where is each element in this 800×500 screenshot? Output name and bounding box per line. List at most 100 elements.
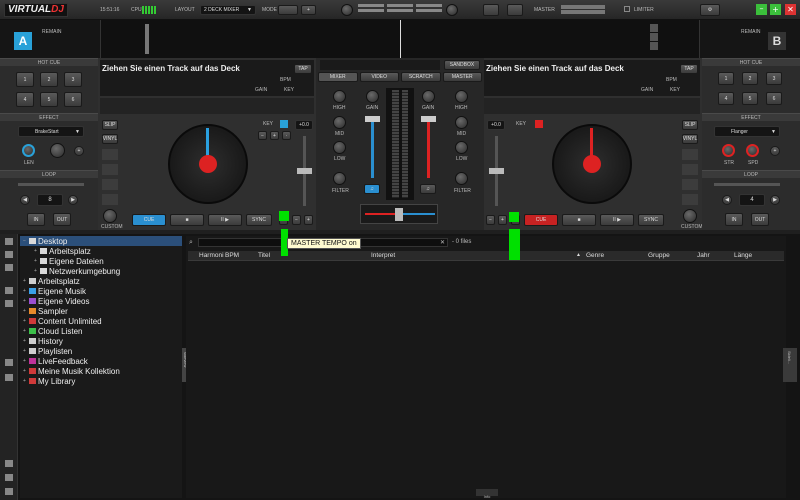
- tree-item[interactable]: + LiveFeedback: [20, 356, 182, 366]
- left-key-plus[interactable]: +: [270, 131, 279, 140]
- info-toggle[interactable]: Info: [476, 489, 498, 499]
- right-slip-button[interactable]: SLIP: [682, 120, 698, 130]
- right-low-knob[interactable]: [455, 141, 468, 154]
- left-hotcue-6[interactable]: 6: [64, 92, 82, 107]
- column-artist[interactable]: Interpret: [371, 251, 395, 260]
- left-effect-toggle-knob[interactable]: [50, 143, 65, 158]
- left-volume-handle[interactable]: [365, 116, 380, 122]
- left-hotcue-1[interactable]: 1: [16, 72, 34, 87]
- left-effect-add-button[interactable]: +: [74, 146, 84, 156]
- left-pitch-minus[interactable]: −: [292, 215, 301, 225]
- right-loop-decrease[interactable]: ◀: [722, 195, 732, 205]
- left-jog-wheel[interactable]: [168, 124, 248, 204]
- right-hotcue-6[interactable]: 6: [766, 92, 782, 105]
- add-list-icon[interactable]: [5, 474, 13, 481]
- waveform-zoom-slider[interactable]: [145, 24, 149, 54]
- expand-icon[interactable]: +: [23, 318, 28, 324]
- mode-plus-button[interactable]: +: [301, 5, 316, 15]
- list-icon[interactable]: [5, 251, 13, 258]
- tree-item[interactable]: + Eigene Dateien: [20, 256, 182, 266]
- right-pitch-slider[interactable]: [489, 136, 504, 206]
- sampler-icon[interactable]: [5, 300, 13, 307]
- sidelist-toggle[interactable]: Sideli...: [783, 348, 797, 382]
- left-hotcue-3[interactable]: 3: [64, 72, 82, 87]
- right-pitch-handle[interactable]: [489, 168, 504, 174]
- left-vinyl-button[interactable]: VINYL: [102, 134, 118, 144]
- headphone-knob[interactable]: [446, 4, 458, 16]
- expand-icon[interactable]: +: [23, 328, 28, 334]
- right-jog-wheel[interactable]: [552, 124, 632, 204]
- left-sync-button[interactable]: SYNC: [246, 214, 272, 226]
- record-button[interactable]: [483, 4, 499, 16]
- deck-a-indicator[interactable]: A: [14, 32, 32, 50]
- left-slip-button[interactable]: SLIP: [102, 120, 118, 130]
- more-icon[interactable]: [5, 488, 13, 495]
- left-loop-decrease[interactable]: ◀: [20, 195, 30, 205]
- tree-item[interactable]: + My Library: [20, 376, 182, 386]
- expand-icon[interactable]: +: [23, 358, 28, 364]
- left-stop-button[interactable]: ■: [170, 214, 204, 226]
- column-group[interactable]: Gruppe: [648, 251, 670, 260]
- sort-icon[interactable]: [5, 374, 13, 381]
- column-year[interactable]: Jahr: [697, 251, 710, 260]
- tab-master[interactable]: MASTER: [442, 72, 482, 82]
- close-button[interactable]: ✕: [785, 4, 796, 15]
- deck-b-indicator[interactable]: B: [768, 32, 786, 50]
- left-pitch-handle[interactable]: [297, 168, 312, 174]
- right-mid-knob[interactable]: [455, 116, 468, 129]
- right-pitch-minus[interactable]: −: [486, 215, 495, 225]
- right-hotcue-1[interactable]: 1: [718, 72, 734, 85]
- crossfader-handle[interactable]: [395, 208, 403, 221]
- tree-item[interactable]: + Eigene Musik: [20, 286, 182, 296]
- column-genre[interactable]: Genre: [586, 251, 604, 260]
- left-pitch-slider[interactable]: [297, 136, 312, 206]
- right-custom-knob[interactable]: [683, 209, 697, 223]
- left-high-knob[interactable]: [333, 90, 346, 103]
- add-folder-icon[interactable]: [5, 460, 13, 467]
- layout-select[interactable]: 2 DECK MIXER ▼: [200, 5, 256, 15]
- right-high-knob[interactable]: [455, 90, 468, 103]
- expand-icon[interactable]: +: [23, 378, 28, 384]
- folder-icon[interactable]: [5, 238, 13, 245]
- right-stop-button[interactable]: ■: [562, 214, 596, 226]
- right-effect-add-button[interactable]: +: [770, 146, 780, 156]
- right-filter-knob[interactable]: [455, 172, 468, 185]
- left-hotcue-2[interactable]: 2: [40, 72, 58, 87]
- right-hotcue-2[interactable]: 2: [742, 72, 758, 85]
- right-key-lock-icon[interactable]: [535, 120, 543, 128]
- mode-button[interactable]: [278, 5, 298, 15]
- left-effect-select[interactable]: BrakeStart ▼: [18, 126, 84, 137]
- crossfader[interactable]: [360, 204, 438, 224]
- tree-item[interactable]: + Arbeitsplatz: [20, 246, 182, 256]
- column-length[interactable]: Länge: [734, 251, 752, 260]
- left-tap-button[interactable]: TAP: [294, 64, 312, 74]
- expand-icon[interactable]: +: [34, 268, 39, 274]
- expand-icon[interactable]: +: [23, 368, 28, 374]
- tree-item[interactable]: − Desktop: [20, 236, 182, 246]
- waveform-display[interactable]: [100, 20, 700, 58]
- right-effect-spd-knob[interactable]: [746, 144, 759, 157]
- column-harmonic[interactable]: Harmoni: [199, 251, 224, 260]
- left-custom-knob[interactable]: [103, 209, 117, 223]
- maximize-button[interactable]: +: [770, 4, 781, 15]
- left-effect-len-knob[interactable]: [22, 144, 35, 157]
- right-play-button[interactable]: II ▶: [600, 214, 634, 226]
- tab-scratch[interactable]: SCRATCH: [401, 72, 441, 82]
- right-sync-button[interactable]: SYNC: [638, 214, 664, 226]
- right-volume-handle[interactable]: [421, 116, 436, 122]
- left-key-reset[interactable]: ·: [282, 131, 291, 140]
- tree-item[interactable]: + Sampler: [20, 306, 182, 316]
- tab-video[interactable]: VIDEO: [359, 72, 399, 82]
- left-headphone-icon[interactable]: ♫: [364, 184, 380, 194]
- tree-item[interactable]: + Netzwerkumgebung: [20, 266, 182, 276]
- sandbox-button[interactable]: SANDBOX: [444, 60, 480, 70]
- broadcast-button[interactable]: [507, 4, 523, 16]
- right-headphone-icon[interactable]: ♫: [420, 184, 436, 194]
- left-loop-increase[interactable]: ▶: [68, 195, 78, 205]
- right-vinyl-button[interactable]: VINYL: [682, 134, 698, 144]
- music-icon[interactable]: [5, 359, 13, 366]
- left-loop-out-button[interactable]: OUT: [53, 213, 71, 226]
- tree-item[interactable]: + Meine Musik Kollektion: [20, 366, 182, 376]
- right-pad-strip[interactable]: [682, 149, 698, 209]
- right-cue-button[interactable]: CUE: [524, 214, 558, 226]
